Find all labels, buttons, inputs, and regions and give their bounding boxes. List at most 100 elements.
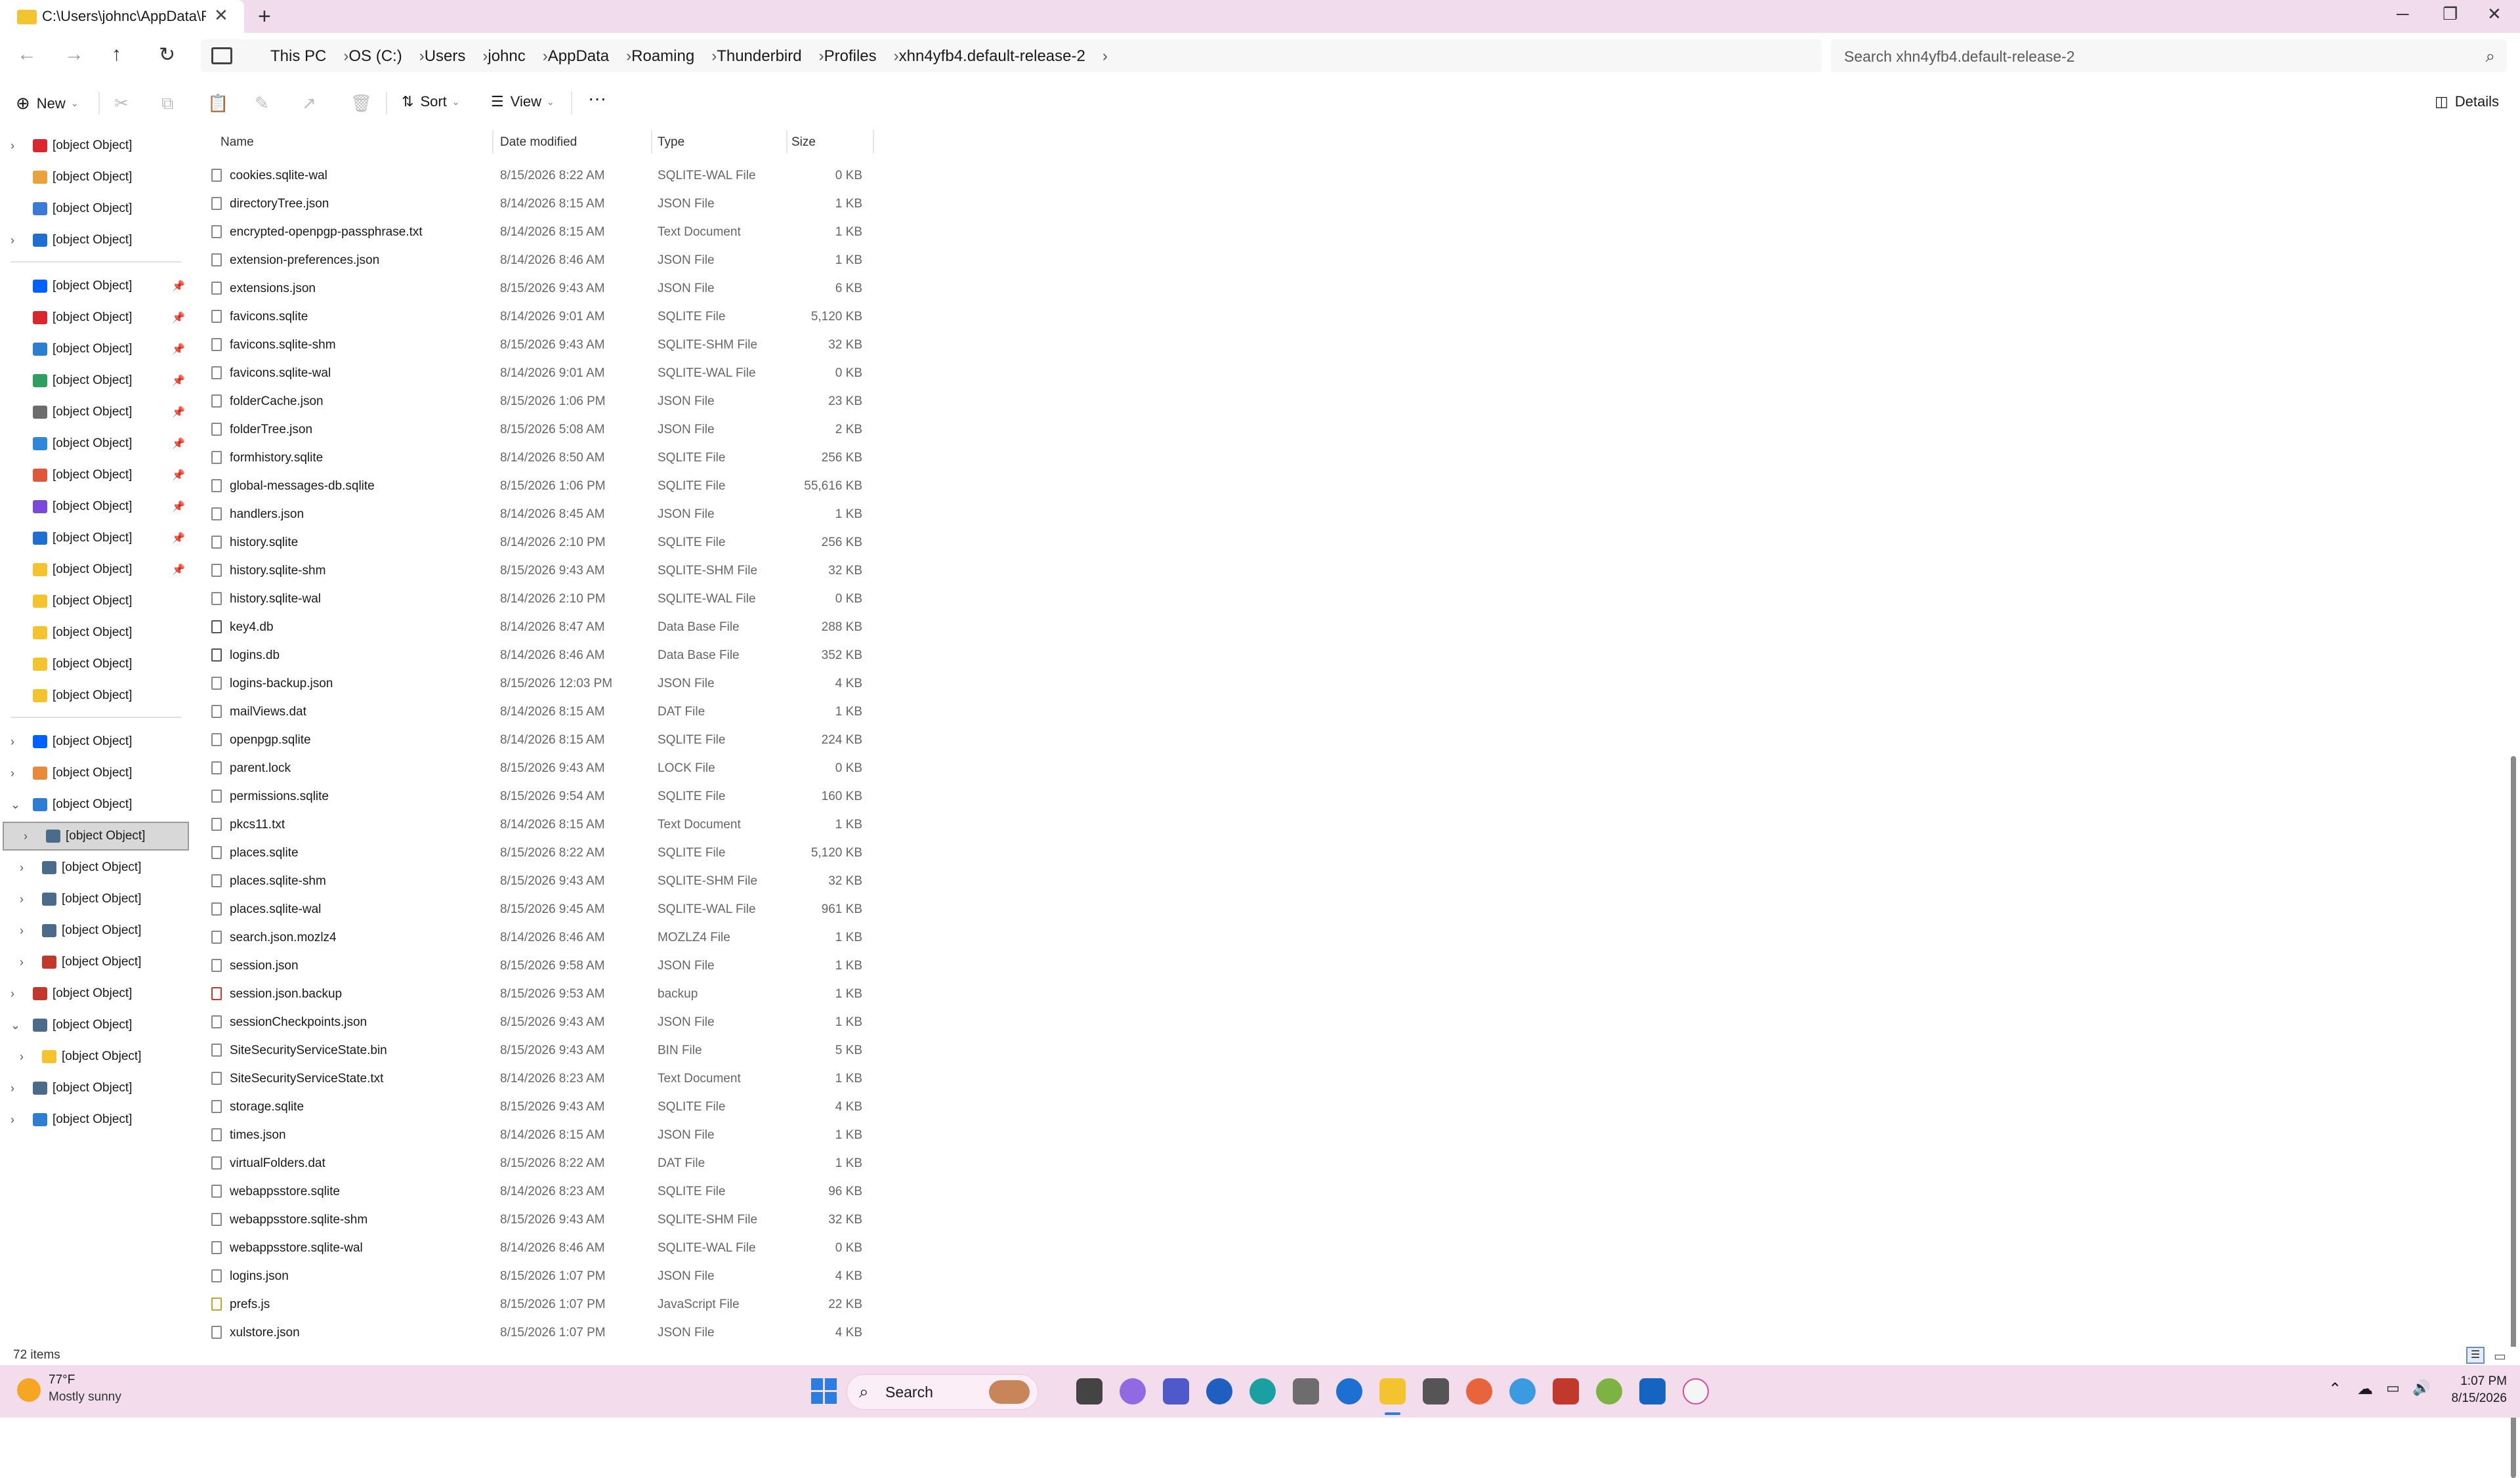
breadcrumb-item[interactable]: Profiles	[824, 47, 877, 66]
breadcrumb-chevron-icon[interactable]: ›	[343, 47, 348, 66]
column-header-size[interactable]: Size	[791, 135, 816, 150]
breadcrumb-item[interactable]: Users	[425, 47, 466, 66]
breadcrumb-chevron-icon[interactable]: ›	[1102, 47, 1108, 66]
table-row[interactable]: favicons.sqlite-wal 8/14/2026 9:01 AM SQLI…	[207, 359, 1060, 387]
table-row[interactable]: extensions.json 8/15/2026 9:43 AM JSON Fil…	[207, 274, 1060, 303]
table-row[interactable]: SiteSecurityServiceState.bin 8/15/2026 9:…	[207, 1036, 1060, 1065]
table-row[interactable]: parent.lock 8/15/2026 9:43 AM LOCK File 0 K…	[207, 754, 1060, 782]
column-divider[interactable]	[651, 130, 652, 154]
chevron-down-icon[interactable]: ⌄	[10, 1019, 20, 1032]
chevron-right-icon[interactable]: ›	[10, 139, 14, 153]
edge-icon[interactable]	[1250, 1378, 1276, 1404]
chevron-right-icon[interactable]: ›	[10, 234, 14, 247]
breadcrumb-item[interactable]: OS (C:)	[348, 47, 402, 66]
sidebar-item[interactable]: [object Object]	[0, 681, 189, 710]
address-bar[interactable]: This PC › OS (C:) › Users › johnc › AppData › Roam…	[201, 39, 1822, 72]
table-row[interactable]: key4.db 8/14/2026 8:47 AM Data Base File 28…	[207, 613, 1060, 641]
table-row[interactable]: sessionCheckpoints.json 8/15/2026 9:43 AM…	[207, 1008, 1060, 1036]
sidebar-item[interactable]: › [object Object]	[0, 885, 189, 914]
sidebar-item[interactable]: [object Object] 📌	[0, 303, 189, 332]
sidebar-item[interactable]: › [object Object]	[0, 916, 189, 945]
breadcrumb-item[interactable]: Thunderbird	[717, 47, 801, 66]
breadcrumb-chevron-icon[interactable]: ›	[626, 47, 631, 66]
table-row[interactable]: places.sqlite-shm 8/15/2026 9:43 AM SQLITE…	[207, 867, 1060, 895]
column-divider[interactable]	[786, 130, 788, 154]
view-button[interactable]: ☰ View ⌄	[491, 93, 555, 110]
itunes-icon[interactable]	[1683, 1378, 1709, 1404]
column-header-name[interactable]: Name	[220, 135, 254, 150]
close-tab-icon[interactable]: ✕	[214, 5, 228, 26]
sidebar-item[interactable]: [object Object] 📌	[0, 335, 189, 364]
sidebar-item[interactable]: [object Object] 📌	[0, 524, 189, 553]
chevron-right-icon[interactable]: ›	[20, 861, 24, 875]
table-row[interactable]: history.sqlite-shm 8/15/2026 9:43 AM SQLIT…	[207, 557, 1060, 585]
taskbar-search[interactable]: ⌕ Search	[847, 1374, 1038, 1410]
breadcrumb-chevron-icon[interactable]: ›	[819, 47, 824, 66]
copilot-icon[interactable]	[1120, 1378, 1146, 1404]
sidebar-item[interactable]: [object Object]	[0, 587, 189, 616]
table-row[interactable]: openpgp.sqlite 8/14/2026 8:15 AM SQLITE Fi…	[207, 726, 1060, 754]
table-row[interactable]: virtualFolders.dat 8/15/2026 8:22 AM DAT F…	[207, 1149, 1060, 1177]
sidebar-item[interactable]: [object Object] 📌	[0, 555, 189, 584]
sidebar-item[interactable]: › [object Object]	[3, 822, 189, 851]
column-header-type[interactable]: Type	[658, 135, 684, 150]
table-row[interactable]: SiteSecurityServiceState.txt 8/14/2026 8:…	[207, 1065, 1060, 1093]
column-divider[interactable]	[873, 130, 874, 154]
chevron-right-icon[interactable]: ›	[10, 1113, 14, 1127]
tiles-view-icon[interactable]: ▭	[2494, 1348, 2506, 1364]
chevron-right-icon[interactable]: ›	[20, 893, 24, 906]
sidebar-item[interactable]: [object Object]	[0, 618, 189, 647]
sidebar-item[interactable]: [object Object] 📌	[0, 429, 189, 458]
arrow-app-icon[interactable]	[1206, 1378, 1232, 1404]
table-row[interactable]: formhistory.sqlite 8/14/2026 8:50 AM SQLIT…	[207, 444, 1060, 472]
sidebar-item[interactable]: [object Object]	[0, 194, 189, 223]
cut-icon[interactable]: ✂	[114, 93, 129, 114]
delete-icon[interactable]: 🗑	[350, 93, 372, 114]
sidebar-item[interactable]: [object Object]	[0, 163, 189, 192]
table-row[interactable]: pkcs11.txt 8/14/2026 8:15 AM Text Document…	[207, 811, 1060, 839]
sidebar-item[interactable]: › [object Object]	[0, 759, 189, 788]
breadcrumb-item[interactable]: johnc	[488, 47, 525, 66]
sidebar-item[interactable]: › [object Object]	[0, 853, 189, 882]
breadcrumb-chevron-icon[interactable]: ›	[419, 47, 425, 66]
table-row[interactable]: times.json 8/14/2026 8:15 AM JSON File 1 KB	[207, 1121, 1060, 1149]
new-button[interactable]: ⊕ New ⌄	[16, 93, 79, 114]
new-tab-button[interactable]: +	[258, 4, 271, 30]
thunderbird-icon[interactable]	[1336, 1378, 1362, 1404]
sidebar-item[interactable]: › [object Object]	[0, 226, 189, 255]
table-row[interactable]: history.sqlite-wal 8/14/2026 2:10 PM SQLIT…	[207, 585, 1060, 613]
sidebar-item[interactable]: [object Object] 📌	[0, 272, 189, 301]
sidebar-item[interactable]: ⌄ [object Object]	[0, 1011, 189, 1040]
chevron-right-icon[interactable]: ›	[20, 1050, 24, 1064]
table-row[interactable]: logins.db 8/14/2026 8:46 AM Data Base File…	[207, 641, 1060, 669]
table-row[interactable]: webappsstore.sqlite-shm 8/15/2026 9:43 AM…	[207, 1206, 1060, 1234]
table-row[interactable]: handlers.json 8/14/2026 8:45 AM JSON File 1…	[207, 500, 1060, 528]
chevron-right-icon[interactable]: ›	[10, 987, 14, 1001]
table-row[interactable]: encrypted-openpgp-passphrase.txt 8/14/202…	[207, 218, 1060, 246]
close-window-icon[interactable]: ✕	[2487, 4, 2502, 24]
forward-icon[interactable]: →	[64, 43, 84, 66]
table-row[interactable]: places.sqlite 8/15/2026 8:22 AM SQLITE Fil…	[207, 839, 1060, 867]
column-header-date[interactable]: Date modified	[500, 135, 577, 150]
column-divider[interactable]	[492, 130, 494, 154]
sidebar-item[interactable]: [object Object] 📌	[0, 492, 189, 521]
up-icon[interactable]: ↑	[112, 43, 121, 66]
chevron-right-icon[interactable]: ›	[10, 735, 14, 749]
file-explorer-icon[interactable]	[1379, 1378, 1406, 1404]
table-row[interactable]: places.sqlite-wal 8/15/2026 9:45 AM SQLITE…	[207, 895, 1060, 923]
table-row[interactable]: global-messages-db.sqlite 8/15/2026 1:06 …	[207, 472, 1060, 500]
task-view-icon[interactable]	[1076, 1378, 1102, 1404]
table-row[interactable]: webappsstore.sqlite-wal 8/14/2026 8:46 AM…	[207, 1234, 1060, 1262]
sidebar-item[interactable]: › [object Object]	[0, 948, 189, 977]
clock[interactable]: 1:07 PM 8/15/2026	[2428, 1374, 2507, 1406]
refresh-icon[interactable]: ↻	[159, 43, 175, 66]
chevron-right-icon[interactable]: ›	[10, 767, 14, 780]
sidebar-item[interactable]: › [object Object]	[0, 979, 189, 1008]
table-row[interactable]: folderCache.json 8/15/2026 1:06 PM JSON Fi…	[207, 387, 1060, 415]
breadcrumb-chevron-icon[interactable]: ›	[543, 47, 548, 66]
app-icon[interactable]	[1423, 1378, 1449, 1404]
sidebar-item[interactable]: [object Object] 📌	[0, 366, 189, 395]
chevron-right-icon[interactable]: ›	[20, 956, 24, 969]
table-row[interactable]: mailViews.dat 8/14/2026 8:15 AM DAT File 1 …	[207, 698, 1060, 726]
table-row[interactable]: folderTree.json 8/15/2026 5:08 AM JSON Fil…	[207, 415, 1060, 444]
